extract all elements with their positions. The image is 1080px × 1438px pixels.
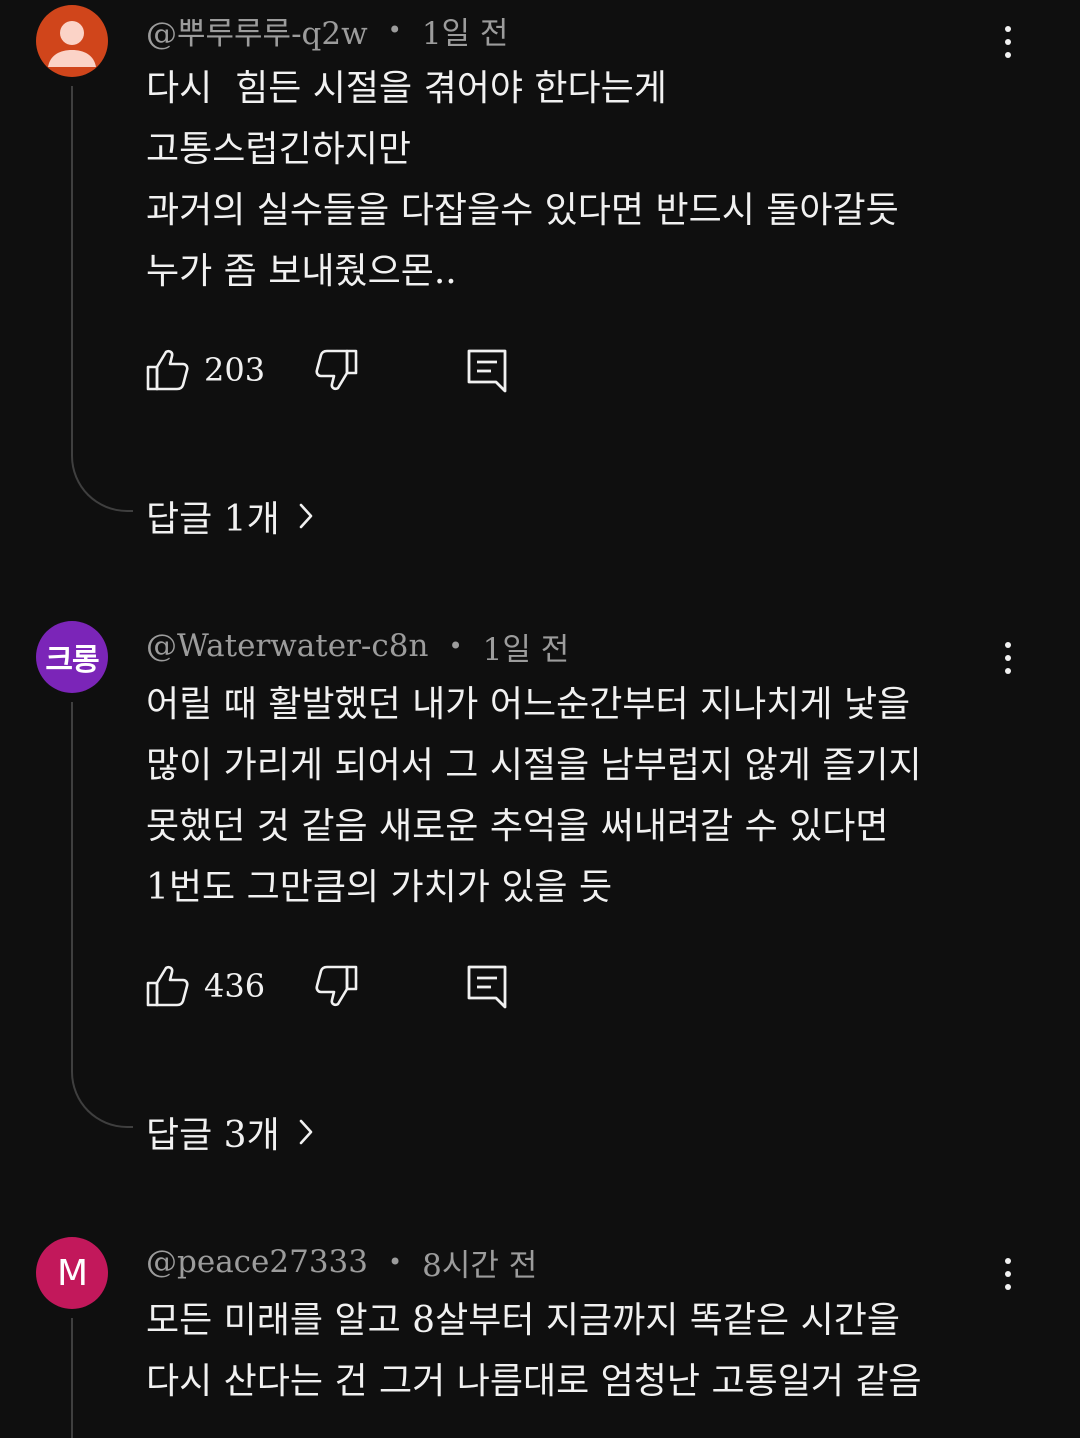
replies-label: 답글 1개 [146,499,280,540]
view-replies-button[interactable]: 답글 1개 [146,488,316,544]
like-count: 203 [204,351,266,389]
default-person-icon [48,21,96,67]
thumb-down-icon[interactable] [312,345,362,395]
comment-time: 8시간 전 [422,1247,538,1284]
comment-actions: 203 [142,340,522,400]
meta-separator: • [387,16,402,44]
comment-actions: 436 [142,956,522,1016]
comment-line: 1번도 그만큼의 가치가 있을 듯 [146,867,613,908]
comment-reply-icon[interactable] [462,961,512,1011]
thumb-down-icon[interactable] [312,961,362,1011]
avatar[interactable] [36,5,108,77]
comment-line: 다시 산다는 건 그거 나름대로 엄청난 고통일거 같음 [146,1361,922,1402]
meta-separator: • [448,632,463,660]
comment-text: 다시 힘든 시절을 겪어야 한다는게 고통스럽긴하지만 과거의 실수들을 다잡을… [146,58,1006,302]
comment-line: 많이 가리게 되어서 그 시절을 남부럽지 않게 즐기지 [146,745,922,786]
thumb-up-icon[interactable] [142,961,192,1011]
comment-time: 1일 전 [482,631,570,668]
comment-line: 고통스럽긴하지만 [146,129,411,170]
avatar-initials: 크롱 [45,643,99,678]
comment-text: 어릴 때 활발했던 내가 어느순간부터 지나치게 낯을 많이 가리게 되어서 그… [146,674,1006,918]
comment-text: 모든 미래를 알고 8살부터 지금까지 똑같은 시간을 다시 산다는 건 그거 … [146,1290,1006,1412]
comment-line: 누가 좀 보내줬으몬.. [146,251,457,292]
avatar[interactable]: 크롱 [36,621,108,693]
comment-author[interactable]: @Waterwater-c8n [146,628,428,664]
avatar[interactable]: M [36,1237,108,1309]
thumb-up-icon[interactable] [142,345,192,395]
like-count: 436 [204,967,266,1005]
comment-line: 어릴 때 활발했던 내가 어느순간부터 지나치게 낯을 [146,684,911,725]
meta-separator: • [388,1248,403,1276]
comment-line: 과거의 실수들을 다잡을수 있다면 반드시 돌아갈듯 [146,190,899,231]
comment-line: 못했던 것 같음 새로운 추억을 써내려갈 수 있다면 [146,806,889,847]
comment-line: 모든 미래를 알고 8살부터 지금까지 똑같은 시간을 [146,1300,900,1341]
view-replies-button[interactable]: 답글 3개 [146,1104,316,1160]
replies-label: 답글 3개 [146,1115,280,1156]
chevron-right-icon [299,503,313,529]
reply-thread-line [71,86,133,512]
reply-thread-line [71,1318,133,1438]
reply-thread-line [71,702,133,1128]
comment-author[interactable]: @뿌루루루-q2w [146,8,368,53]
comment-meta: @뿌루루루-q2w • 1일 전 [146,8,508,52]
comment-meta: @peace27333 • 8시간 전 [146,1240,537,1284]
comment-time: 1일 전 [421,15,509,52]
comment-reply-icon[interactable] [462,345,512,395]
comment-author[interactable]: @peace27333 [146,1244,368,1280]
comment-line: 다시 힘든 시절을 겪어야 한다는게 [146,68,667,109]
chevron-right-icon [299,1119,313,1145]
comment-item: 크롱 @Waterwater-c8n • 1일 전 어릴 때 활발했던 내가 어… [0,616,1080,1216]
avatar-initials: M [56,1252,88,1294]
comment-item: M @peace27333 • 8시간 전 모든 미래를 알고 8살부터 지금까… [0,1232,1080,1438]
comment-meta: @Waterwater-c8n • 1일 전 [146,624,569,668]
comment-item: @뿌루루루-q2w • 1일 전 다시 힘든 시절을 겪어야 한다는게 고통스럽… [0,0,1080,600]
